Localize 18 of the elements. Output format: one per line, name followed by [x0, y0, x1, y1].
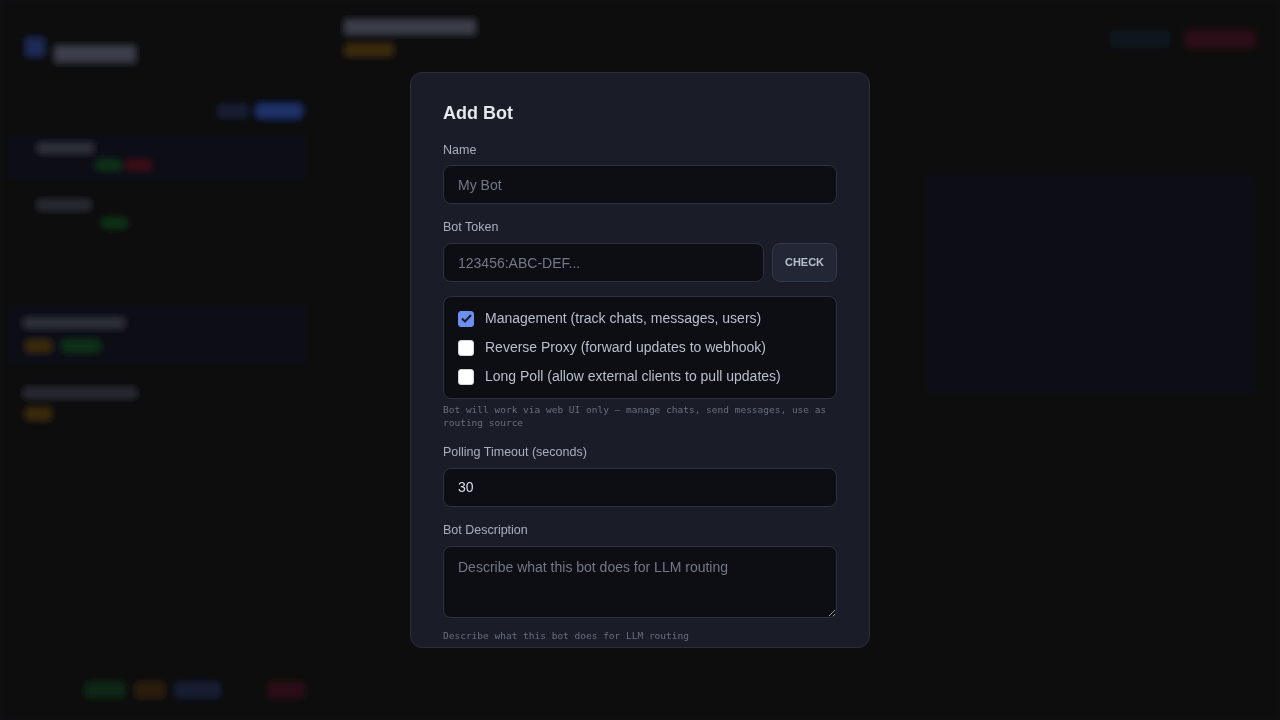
hint-text: Bot will work via web UI only — manage chats, send messages, use as routing source [443, 403, 828, 430]
field-label: Polling Timeout (seconds) [443, 444, 588, 462]
input-field[interactable]: My Bot [443, 165, 837, 205]
checkbox[interactable] [458, 368, 474, 385]
checkbox-label: Reverse Proxy (forward updates to webhook) [485, 338, 766, 358]
input-field[interactable]: 123456:ABC-DEF... [443, 243, 764, 283]
checkbox-label: Management (track chats, messages, users) [485, 309, 762, 329]
field-label: Name [443, 141, 478, 159]
checkbox-label: Long Poll (allow external clients to pull updates) [485, 367, 781, 387]
field-label: Bot Description [443, 521, 529, 539]
checkbox[interactable] [458, 339, 474, 356]
field-label: Bot Token [443, 219, 500, 237]
dialog-title: Add Bot [443, 103, 514, 125]
hint-text: Describe what this bot does for LLM routing [443, 628, 690, 642]
check-button[interactable]: CHECK [772, 243, 837, 283]
checkbox[interactable] [458, 310, 474, 327]
text-area[interactable]: Describe what this bot does for LLM routing [443, 545, 837, 618]
input-field[interactable]: 30 [443, 467, 837, 507]
